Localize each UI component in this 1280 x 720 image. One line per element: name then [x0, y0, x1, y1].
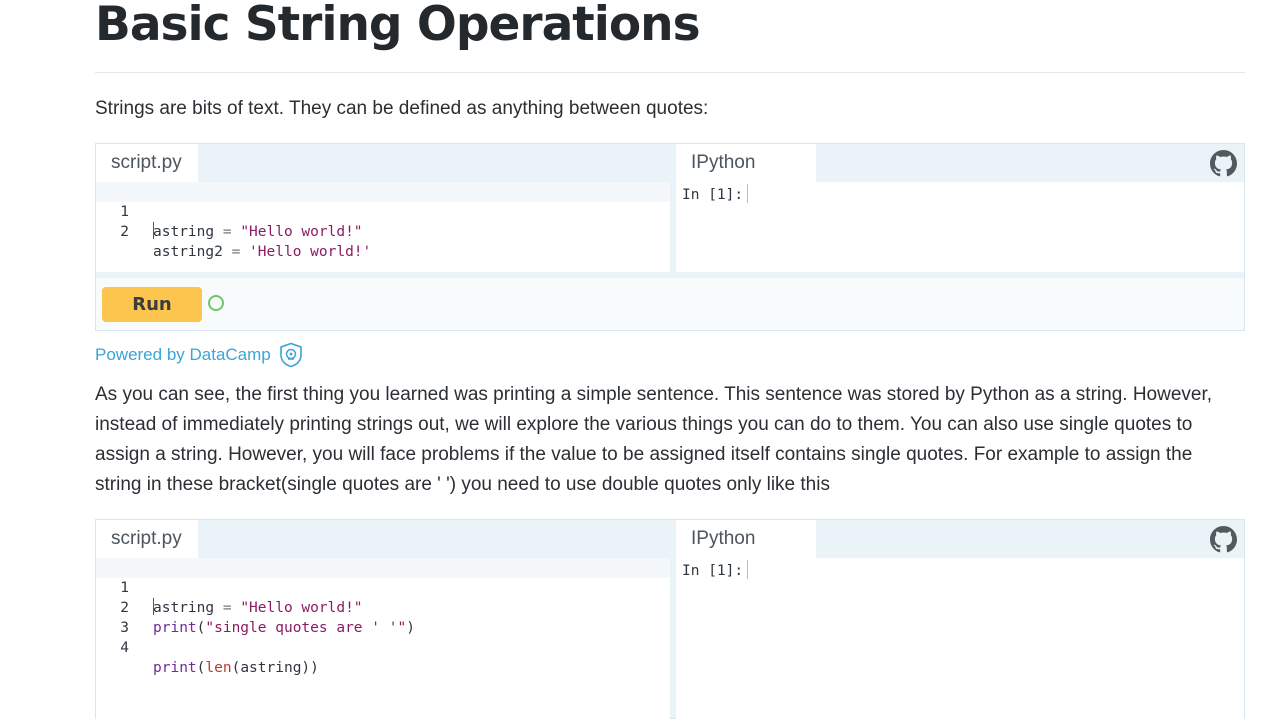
ipython-shell[interactable]: In [1]: [676, 558, 1244, 720]
github-icon[interactable] [1210, 526, 1237, 553]
github-icon[interactable] [1210, 150, 1237, 177]
code-line: 1 astring = "Hello world!" [96, 182, 670, 240]
run-button[interactable]: Run [102, 287, 202, 322]
ipython-shell[interactable]: In [1]: [676, 182, 1244, 272]
shell-prompt: In [1]: [682, 560, 749, 579]
code-text: astring2 = 'Hello world!' [153, 244, 372, 260]
code-line: 1 astring = "Hello world!" [96, 558, 670, 616]
page-title: Basic String Operations [95, 0, 701, 52]
script-tab[interactable]: script.py [96, 520, 198, 558]
code-line: 2 astring2 = 'Hello world!' [96, 202, 670, 260]
ipython-shell-tab[interactable]: IPython Shell [676, 520, 816, 587]
code-editor[interactable]: 1 astring = "Hello world!" 2 print("sing… [96, 558, 670, 720]
script-tab[interactable]: script.py [96, 144, 198, 182]
line-number: 4 [120, 640, 129, 656]
intro-paragraph: Strings are bits of text. They can be de… [95, 98, 709, 119]
code-text: print(len(astring)) [153, 660, 319, 676]
code-line: 3 [96, 598, 670, 636]
datacamp-shield-icon [279, 342, 302, 368]
code-widget-2: script.py IPython Shell 1 astring = "Hel… [95, 519, 1245, 720]
shell-prompt: In [1]: [682, 184, 749, 203]
code-text: astring = "Hello world!" [153, 224, 363, 240]
title-divider [95, 72, 1245, 73]
status-ring-icon [208, 295, 224, 311]
code-widget-1: script.py IPython Shell 1 astring = "Hel… [95, 143, 1245, 331]
code-line: 4 print(len(astring)) [96, 618, 670, 676]
code-line: 2 print("single quotes are ' '") [96, 578, 670, 636]
powered-by-datacamp-link[interactable]: Powered by DataCamp [95, 342, 304, 368]
page: Basic String Operations Strings are bits… [0, 0, 1280, 720]
shell-cursor [747, 560, 749, 579]
line-number: 2 [120, 224, 129, 240]
shell-cursor [747, 184, 749, 203]
body-paragraph: As you can see, the first thing you lear… [95, 384, 1213, 495]
powered-by-label: Powered by DataCamp [95, 345, 271, 364]
code-editor[interactable]: 1 astring = "Hello world!" 2 astring2 = … [96, 182, 670, 272]
run-bar: Run [96, 278, 1244, 330]
ipython-shell-tab[interactable]: IPython Shell [676, 144, 816, 211]
